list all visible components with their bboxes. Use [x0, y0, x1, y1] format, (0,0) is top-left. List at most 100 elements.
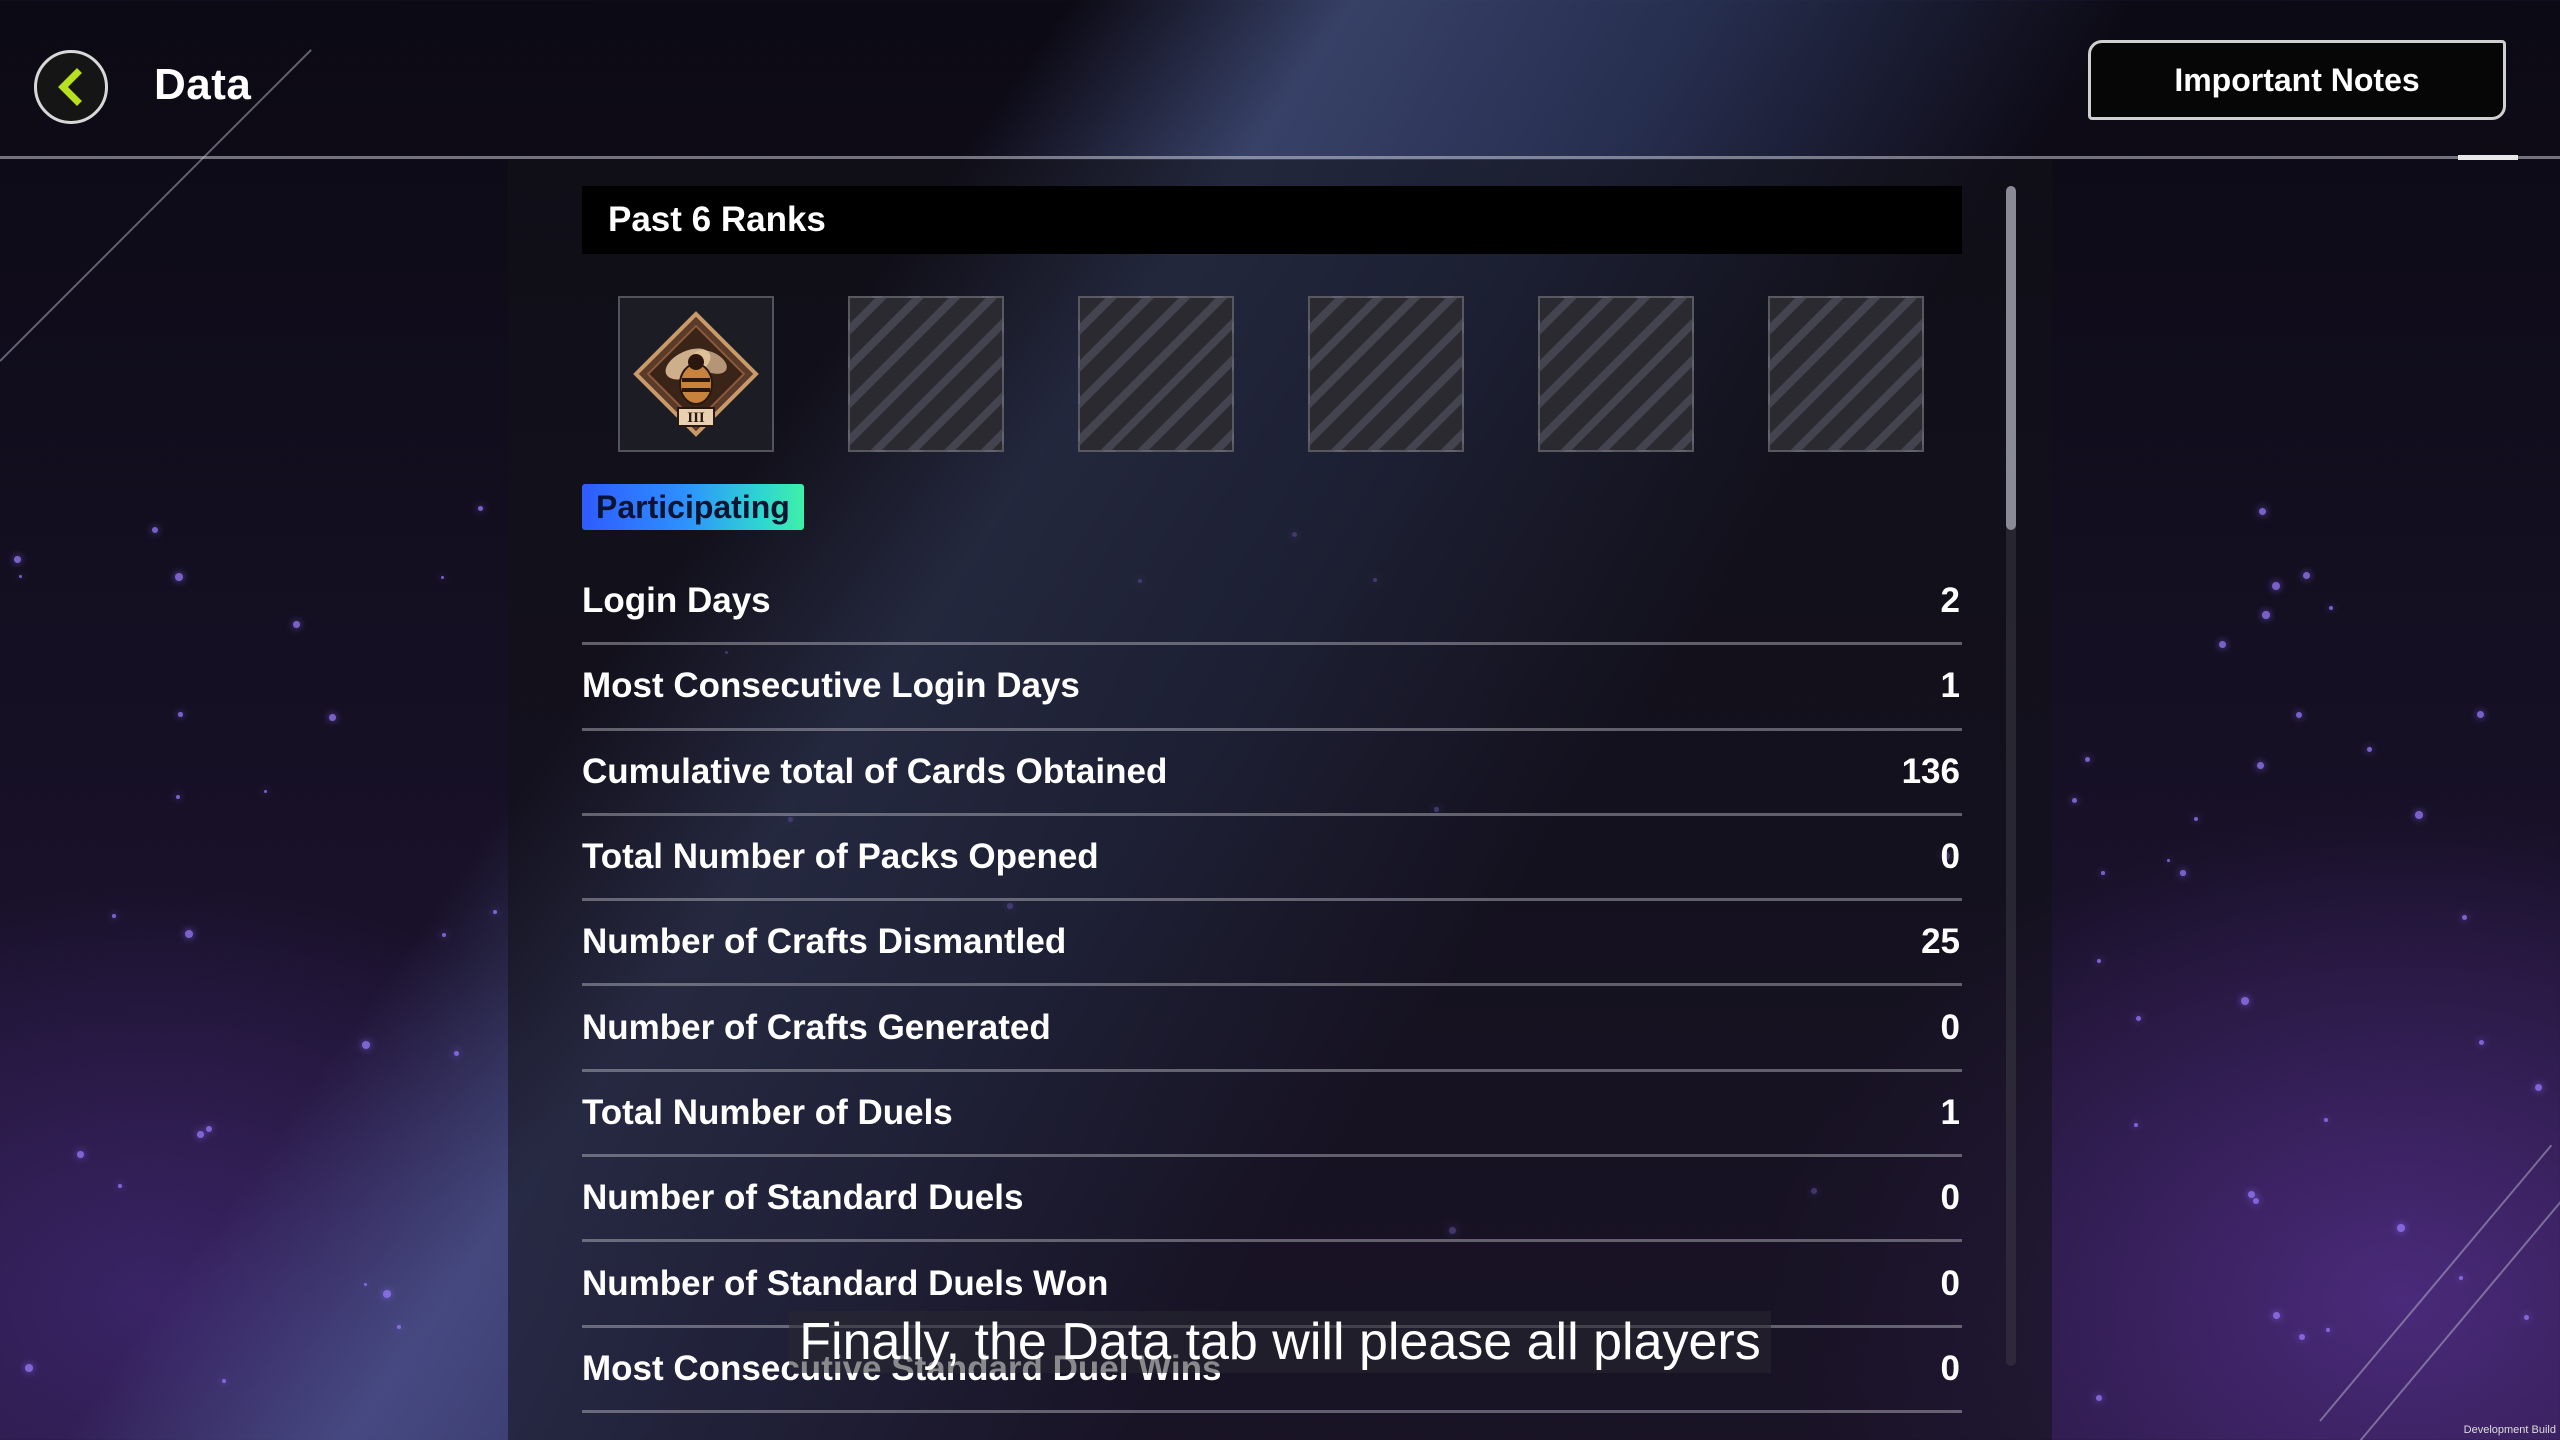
back-button[interactable]: [34, 50, 108, 124]
stat-value: 2: [1940, 581, 1960, 621]
sparkle: [2262, 611, 2270, 619]
sparkle: [441, 576, 445, 580]
sparkle: [2241, 997, 2249, 1005]
sparkle: [2397, 1224, 2405, 1232]
sparkle: [112, 914, 116, 918]
sparkle: [2462, 915, 2468, 921]
sparkle: [14, 556, 21, 563]
stat-value: 0: [1940, 837, 1960, 877]
important-notes-button[interactable]: Important Notes: [2088, 40, 2506, 120]
stat-value: 0: [1940, 1263, 1960, 1303]
stat-value: 136: [1901, 751, 1960, 791]
sparkle: [118, 1184, 122, 1188]
stat-value: 0: [1940, 1178, 1960, 1218]
stat-value: 0: [1940, 1007, 1960, 1047]
sparkle: [19, 575, 23, 579]
sparkle: [383, 1290, 391, 1298]
sparkle: [185, 930, 193, 938]
rank-slot-6[interactable]: [1768, 296, 1924, 452]
stat-label: Total Number of Duels: [582, 1092, 953, 1132]
sparkle: [2134, 1123, 2138, 1127]
stat-row: Number of Crafts Dismantled 25: [582, 901, 1962, 987]
sparkle: [2367, 747, 2372, 752]
sparkle: [222, 1379, 226, 1383]
sparkle: [2257, 762, 2264, 769]
stat-label: Number of Crafts Dismantled: [582, 922, 1067, 962]
sparkle: [2085, 757, 2091, 763]
rank-slot-3[interactable]: [1078, 296, 1234, 452]
sparkle: [2296, 712, 2303, 719]
sparkle: [2136, 1016, 2142, 1022]
sparkle: [2303, 572, 2311, 580]
sparkle: [293, 621, 300, 628]
sparkle: [2259, 508, 2266, 515]
stat-row: Cumulative total of Cards Obtained 136: [582, 731, 1962, 816]
sparkle: [178, 712, 183, 717]
past-ranks-header: Past 6 Ranks: [582, 186, 1962, 254]
sparkle: [454, 1051, 459, 1056]
sparkle: [152, 527, 158, 533]
subtitle-text: Finally, the Data tab will please all pl…: [789, 1311, 1771, 1373]
sparkle: [2535, 1084, 2543, 1092]
sparkle: [2096, 1395, 2102, 1401]
stat-value: 25: [1921, 922, 1960, 962]
scrollbar-thumb[interactable]: [2006, 186, 2016, 530]
sparkle: [493, 910, 498, 915]
stat-row: Number of Crafts Generated 0: [582, 986, 1962, 1072]
stat-row: Total Number of Packs Opened 0: [582, 816, 1962, 902]
stat-row: Total Number of Duels 1: [582, 1072, 1962, 1158]
sparkle: [2253, 1198, 2260, 1205]
rank-slot-4[interactable]: [1308, 296, 1464, 452]
page-title: Data: [154, 60, 252, 109]
decor-line: [2319, 1144, 2553, 1422]
chevron-left-icon: [58, 68, 82, 106]
stat-label: Most Consecutive Login Days: [582, 666, 1080, 706]
sparkle: [2194, 817, 2199, 822]
stat-label: Number of Standard Duels Won: [582, 1263, 1109, 1303]
sparkle: [2272, 582, 2280, 590]
stat-value: 1: [1940, 666, 1960, 706]
sparkle: [175, 573, 183, 581]
bee-rank-emblem-icon: III: [633, 311, 759, 437]
sparkle: [364, 1283, 368, 1287]
stat-value: 1: [1940, 1092, 1960, 1132]
sparkle: [2072, 798, 2077, 803]
stat-label: Login Days: [582, 581, 771, 621]
sparkle: [2219, 641, 2226, 648]
sparkle: [362, 1041, 370, 1049]
stat-row: Most Consecutive Login Days 1: [582, 645, 1962, 731]
sparkle: [442, 933, 447, 938]
video-subtitle: Finally, the Data tab will please all pl…: [0, 1311, 2560, 1373]
sparkle: [2167, 859, 2171, 863]
sparkle: [264, 790, 268, 794]
header-divider-accent: [2458, 155, 2518, 160]
top-bar: Data Important Notes: [0, 0, 2560, 160]
stats-list: Login Days 2 Most Consecutive Login Days 1…: [582, 560, 1962, 1413]
sparkle: [176, 795, 180, 799]
sparkle: [2415, 811, 2423, 819]
sparkle: [197, 1131, 204, 1138]
stat-label: Number of Standard Duels: [582, 1178, 1024, 1218]
stat-label: Total Number of Packs Opened: [582, 837, 1099, 877]
development-build-label: Development Build: [2463, 1424, 2556, 1436]
stat-row: Number of Standard Duels 0: [582, 1157, 1962, 1243]
sparkle: [2097, 959, 2102, 964]
sparkle: [2180, 870, 2186, 876]
stat-label: Number of Crafts Generated: [582, 1007, 1051, 1047]
sparkle: [2329, 606, 2334, 611]
sparkle: [2459, 1276, 2463, 1280]
rank-slot-5[interactable]: [1538, 296, 1694, 452]
sparkle: [2248, 1191, 2255, 1198]
sparkle: [2477, 711, 2485, 719]
sparkle: [2479, 1040, 2485, 1046]
sparkle: [478, 506, 483, 511]
sparkle: [206, 1126, 213, 1133]
rank-slot-2[interactable]: [848, 296, 1004, 452]
stat-label: Cumulative total of Cards Obtained: [582, 751, 1168, 791]
rank-tier-label: III: [687, 410, 705, 426]
sparkle: [77, 1151, 84, 1158]
status-badge: Participating: [582, 484, 804, 530]
rank-slot-1[interactable]: III: [618, 296, 774, 452]
stat-row: Login Days 2: [582, 560, 1962, 646]
sparkle: [2324, 1118, 2329, 1123]
